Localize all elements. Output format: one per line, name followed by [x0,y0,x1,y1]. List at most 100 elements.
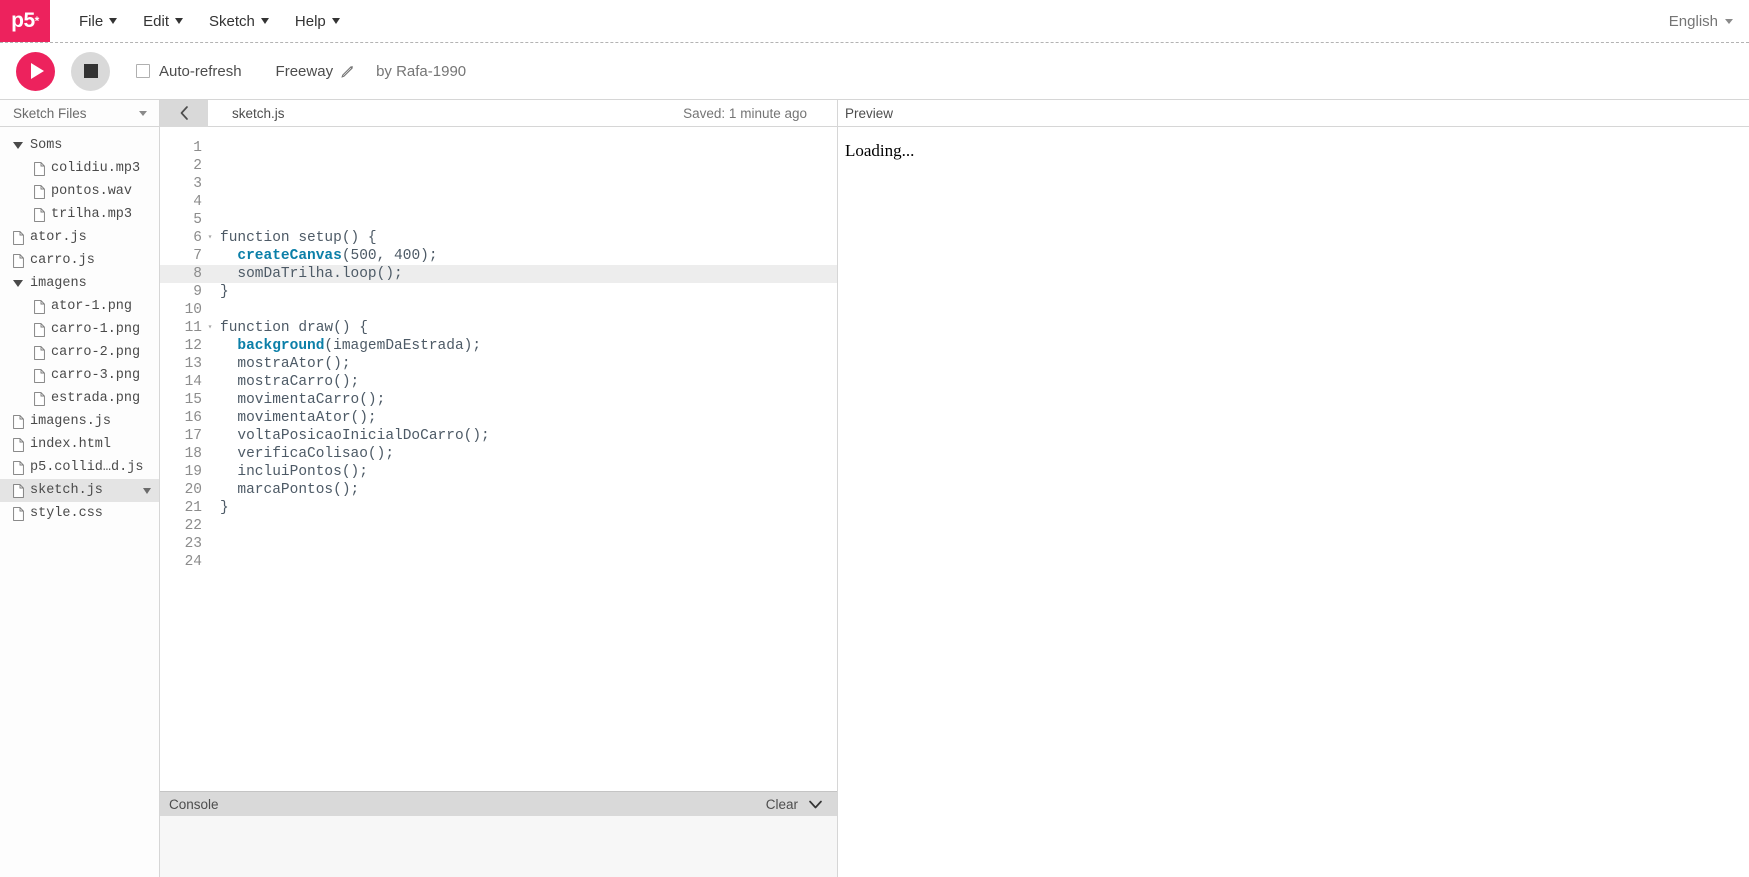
code-line[interactable]: 4 [160,193,837,211]
code-line[interactable]: 11 ▾ function draw() { [160,319,837,337]
language-selector[interactable]: English [1669,0,1749,42]
code-fold-toggle[interactable]: ▾ [204,229,216,247]
file-label: style.css [30,506,103,521]
file-item-pontos-wav[interactable]: pontos.wav [0,180,159,203]
file-icon-wrap [34,207,45,222]
file-label: ator.js [30,230,87,245]
pencil-icon[interactable] [341,65,354,78]
file-item-style-css[interactable]: style.css [0,502,159,525]
file-item-index-html[interactable]: index.html [0,433,159,456]
code-line[interactable]: 2 [160,157,837,175]
file-icon-wrap [13,483,24,498]
console-clear-button[interactable]: Clear [766,797,798,812]
triangle-down-icon[interactable] [13,280,23,287]
file-icon-wrap [13,506,24,521]
code-editor[interactable]: 1 2 3 4 5 6 ▾ function setup() {7 createCanvas(… [160,127,837,791]
code-fold-spacer [204,517,216,535]
file-item-p5-collid-d-js[interactable]: p5.collid…d.js [0,456,159,479]
code-line[interactable]: 16 movimentaAtor(); [160,409,837,427]
file-label: pontos.wav [51,184,133,199]
code-line[interactable]: 1 [160,139,837,157]
code-line[interactable]: 8 somDaTrilha.loop(); [160,265,837,283]
menu-edit[interactable]: Edit [130,0,196,42]
code-fold-spacer [204,391,216,409]
console-output [160,816,837,877]
code-line[interactable]: 20 marcaPontos(); [160,481,837,499]
menu-sketch[interactable]: Sketch [196,0,282,42]
code-line[interactable]: 17 voltaPosicaoInicialDoCarro(); [160,427,837,445]
sketch-name[interactable]: Freeway [276,63,355,80]
code-token: (500, 400); [341,248,438,264]
file-icon [13,437,24,452]
chevron-down-icon[interactable] [139,110,147,116]
code-line[interactable]: 18 verificaColisao(); [160,445,837,463]
code-line[interactable]: 7 createCanvas(500, 400); [160,247,837,265]
code-fold-spacer [204,157,216,175]
code-line[interactable]: 13 mostraAtor(); [160,355,837,373]
p5-logo[interactable]: p5 * [0,0,50,42]
file-icon-wrap [13,460,24,475]
file-item-estrada-png[interactable]: estrada.png [0,387,159,410]
file-item-carro-3-png[interactable]: carro-3.png [0,364,159,387]
file-item-carro-js[interactable]: carro.js [0,249,159,272]
file-item-ator-1-png[interactable]: ator-1.png [0,295,159,318]
sidebar-collapse-button[interactable] [160,99,208,127]
stop-button[interactable] [71,51,110,91]
file-item-colidiu-mp3[interactable]: colidiu.mp3 [0,157,159,180]
sketch-author[interactable]: by Rafa-1990 [376,63,466,80]
code-line[interactable]: 22 [160,517,837,535]
line-number: 6 [193,230,202,246]
file-item-ator-js[interactable]: ator.js [0,226,159,249]
menu-help[interactable]: Help [282,0,353,42]
code-line[interactable]: 14 mostraCarro(); [160,373,837,391]
code-token: background [237,338,325,354]
code-line[interactable]: 5 [160,211,837,229]
file-item-trilha-mp3[interactable]: trilha.mp3 [0,203,159,226]
file-label: index.html [30,437,112,452]
line-number: 23 [184,536,202,552]
file-item-sketch-js[interactable]: sketch.js [0,479,159,502]
code-line[interactable]: 6 ▾ function setup() { [160,229,837,247]
code-fold-toggle[interactable]: ▾ [204,319,216,337]
folder-item-soms[interactable]: Soms [0,134,159,157]
file-icon [34,207,45,222]
auto-refresh-checkbox[interactable] [136,64,150,78]
code-line[interactable]: 21} [160,499,837,517]
file-item-carro-1-png[interactable]: carro-1.png [0,318,159,341]
folder-item-imagens[interactable]: imagens [0,272,159,295]
editor-tab-sketch-js[interactable]: sketch.js [208,106,285,121]
chevron-down-icon[interactable] [808,799,823,810]
code-line[interactable]: 3 [160,175,837,193]
saved-status: Saved: 1 minute ago [683,105,807,121]
code-fold-spacer [204,247,216,265]
file-item-imagens-js[interactable]: imagens.js [0,410,159,433]
preview-status: Loading... [845,141,915,160]
chevron-down-icon[interactable] [143,487,151,494]
code-token: movimentaCarro(); [220,392,386,408]
triangle-down-icon[interactable] [13,142,23,149]
code-line[interactable]: 10 [160,301,837,319]
play-button[interactable] [16,51,55,91]
code-line[interactable]: 24 [160,553,837,571]
sketch-toolbar: Auto-refresh Freeway by Rafa-1990 [0,43,1749,100]
code-line[interactable]: 9} [160,283,837,301]
line-number: 18 [184,446,202,462]
code-fold-spacer [204,337,216,355]
code-line[interactable]: 15 movimentaCarro(); [160,391,837,409]
code-line[interactable]: 12 background(imagemDaEstrada); [160,337,837,355]
menu-file-label: File [79,12,104,30]
line-number: 7 [193,248,202,264]
code-token: movimentaAtor(); [220,410,377,426]
code-line[interactable]: 19 incluiPontos(); [160,463,837,481]
editor-header: sketch.js Saved: 1 minute ago [160,99,837,127]
auto-refresh-toggle[interactable]: Auto-refresh [136,63,242,80]
file-label: imagens.js [30,414,112,429]
file-item-carro-2-png[interactable]: carro-2.png [0,341,159,364]
code-line[interactable]: 23 [160,535,837,553]
code-fold-spacer [204,139,216,157]
menu-file[interactable]: File [66,0,130,42]
